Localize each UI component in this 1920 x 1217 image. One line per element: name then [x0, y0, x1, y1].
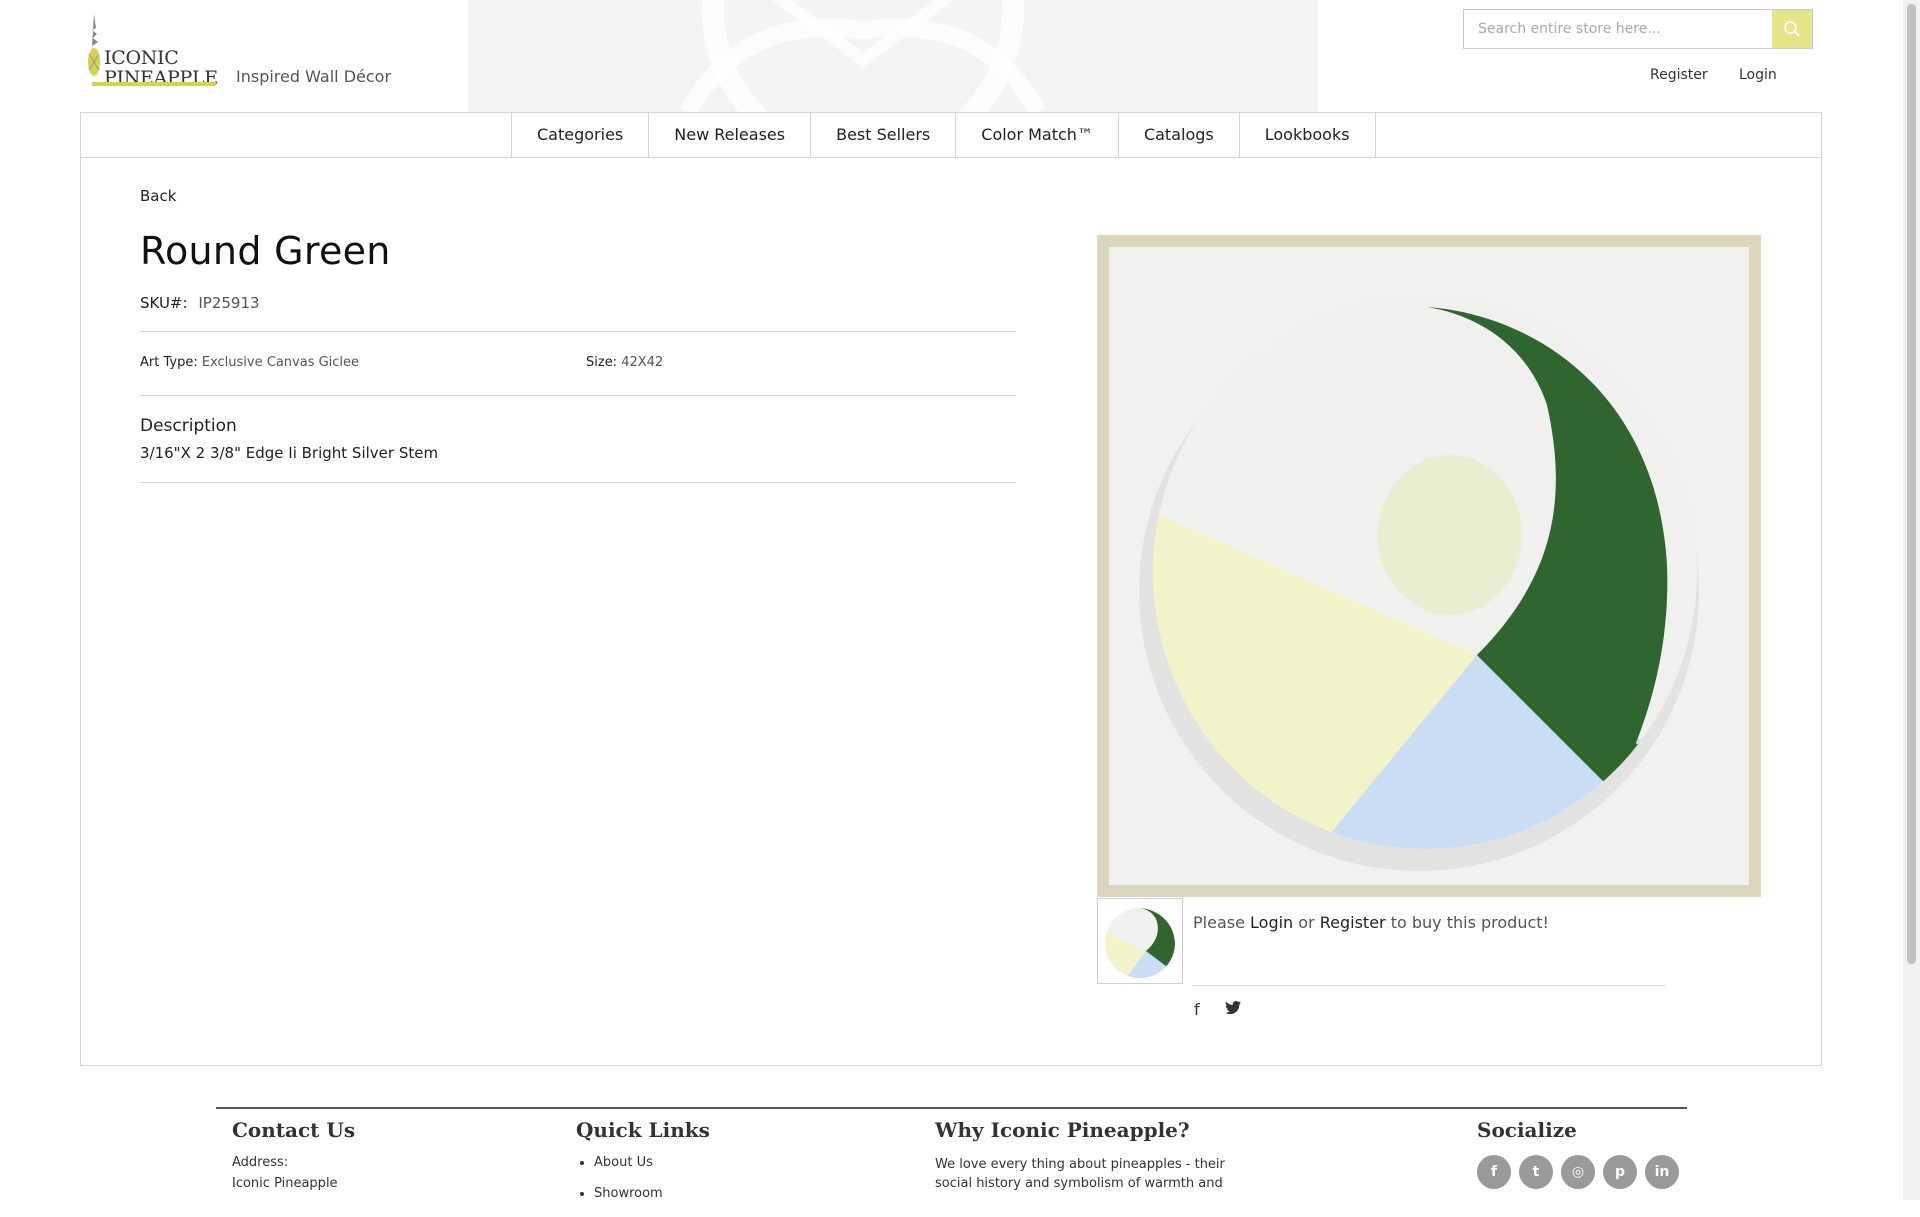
divider — [140, 395, 1016, 396]
register-link[interactable]: Register — [1650, 67, 1708, 83]
sku-value: IP25913 — [198, 294, 260, 312]
art-type-label: Art Type: — [140, 355, 198, 370]
nav-items: Categories New Releases Best Sellers Col… — [511, 113, 1376, 157]
footer-divider — [216, 1107, 1687, 1109]
description-title: Description — [140, 416, 237, 436]
footer-quick-links: About Us Showroom — [578, 1155, 663, 1217]
footer-address-label: Address: — [232, 1155, 289, 1170]
search-input[interactable] — [1464, 10, 1792, 48]
description-text: 3/16"X 2 3/8" Edge Ii Bright Silver Stem — [140, 444, 439, 462]
size-value: 42X42 — [621, 355, 664, 370]
twitter-icon[interactable]: t — [1519, 1155, 1553, 1189]
nav-item-categories[interactable]: Categories — [511, 113, 650, 157]
facebook-icon[interactable]: f — [1477, 1155, 1511, 1189]
nav-item-catalogs[interactable]: Catalogs — [1119, 113, 1240, 157]
nav-item-color-match[interactable]: Color Match™ — [956, 113, 1119, 157]
size-label: Size: — [586, 355, 618, 370]
footer-why-text: We love every thing about pineapples - t… — [935, 1157, 1225, 1191]
product-image[interactable] — [1097, 235, 1761, 897]
share-twitter-icon[interactable] — [1224, 1000, 1242, 1020]
page-scrollbar[interactable] — [1903, 0, 1920, 1200]
buy-register-link[interactable]: Register — [1320, 913, 1386, 932]
buy-notice: Please Login or Register to buy this pro… — [1193, 913, 1549, 932]
search-icon — [1784, 21, 1800, 37]
pinterest-icon[interactable]: p — [1603, 1155, 1637, 1189]
search-button[interactable] — [1772, 10, 1812, 48]
nav-item-lookbooks[interactable]: Lookbooks — [1240, 113, 1376, 157]
buy-suffix: to buy this product! — [1390, 913, 1549, 932]
instagram-icon[interactable]: ◎ — [1561, 1155, 1595, 1189]
footer-address-line: Iconic Pineapple — [232, 1176, 338, 1191]
logo-underline — [92, 82, 216, 86]
divider — [140, 482, 1016, 483]
share-facebook-icon[interactable]: f — [1194, 1000, 1200, 1019]
footer-socialize-title: Socialize — [1477, 1118, 1577, 1142]
size: Size: 42X42 — [586, 355, 663, 370]
art-type: Art Type: Exclusive Canvas Giclee — [140, 355, 359, 370]
buy-or: or — [1298, 913, 1315, 932]
site-logo[interactable]: ICONIC PINEAPPLE — [86, 12, 218, 92]
nav-item-new-releases[interactable]: New Releases — [649, 113, 812, 157]
footer-contact-title: Contact Us — [232, 1118, 356, 1142]
buy-login-link[interactable]: Login — [1250, 913, 1293, 932]
main-nav: Categories New Releases Best Sellers Col… — [81, 113, 1821, 158]
sku-row: SKU#: IP25913 — [140, 294, 260, 312]
pineapple-logo-icon — [88, 14, 100, 76]
header-background — [468, 0, 1318, 112]
product-thumbnail[interactable] — [1097, 898, 1183, 984]
nav-item-best-sellers[interactable]: Best Sellers — [811, 113, 957, 157]
scrollbar-thumb[interactable] — [1907, 4, 1916, 964]
site-header: ICONIC PINEAPPLE Inspired Wall Décor Reg… — [0, 0, 1920, 112]
footer-link-about-us[interactable]: About Us — [594, 1155, 663, 1170]
search-box — [1463, 9, 1813, 49]
divider — [140, 331, 1016, 332]
linkedin-icon[interactable]: in — [1645, 1155, 1679, 1189]
back-link[interactable]: Back — [140, 187, 176, 205]
buy-prefix: Please — [1193, 913, 1245, 932]
art-type-value: Exclusive Canvas Giclee — [201, 355, 360, 370]
footer-why-title: Why Iconic Pineapple? — [935, 1118, 1190, 1142]
footer-link-showroom[interactable]: Showroom — [594, 1186, 663, 1201]
product-title: Round Green — [140, 229, 391, 273]
sku-label: SKU#: — [140, 294, 188, 312]
tagline: Inspired Wall Décor — [236, 67, 392, 86]
login-link[interactable]: Login — [1739, 67, 1777, 83]
divider — [1193, 985, 1665, 986]
footer-quick-links-title: Quick Links — [576, 1118, 710, 1142]
logo-line-1: ICONIC — [104, 47, 179, 69]
